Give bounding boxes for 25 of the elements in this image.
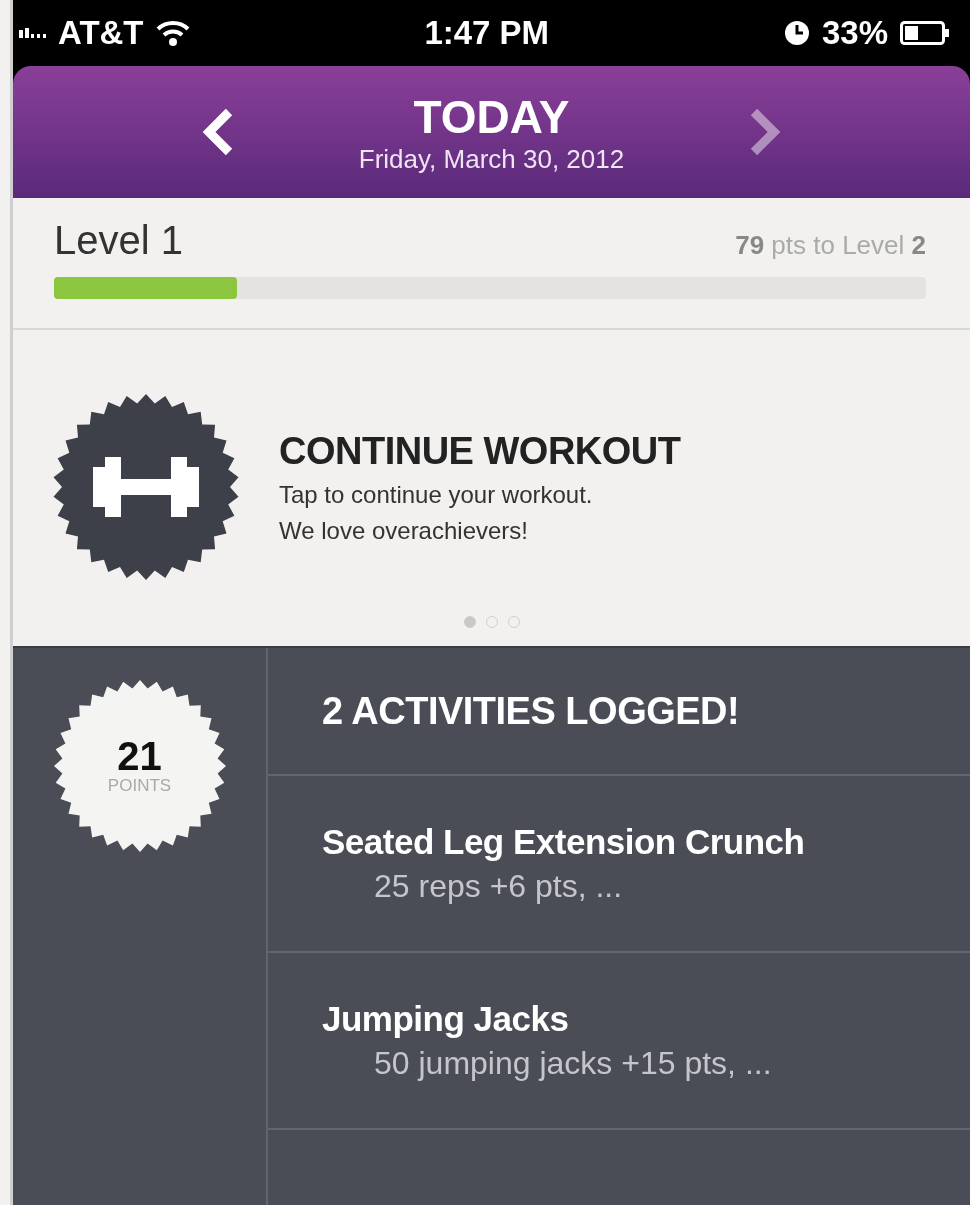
carrier-name: AT&T bbox=[58, 14, 144, 52]
activity-detail: 25 reps +6 pts, ... bbox=[373, 868, 624, 905]
activity-detail: 50 jumping jacks +15 pts, ... bbox=[373, 1045, 773, 1082]
points-label: POINTS bbox=[107, 776, 172, 796]
level-label: Level 1 bbox=[54, 218, 183, 263]
signal-icon bbox=[19, 28, 46, 38]
card-text-line: Tap to continue your workout. bbox=[279, 480, 594, 509]
wifi-icon bbox=[155, 19, 190, 47]
card-title: CONTINUE WORKOUT bbox=[279, 429, 681, 473]
points-value: 21 bbox=[117, 736, 162, 776]
page-dot[interactable] bbox=[463, 616, 476, 628]
activity-name: Seated Leg Extension Crunch bbox=[322, 822, 806, 862]
activity-row[interactable]: Seated Leg Extension Crunch 25 reps +6 pts, ... bbox=[268, 776, 970, 953]
card-text-line: We love overachievers! bbox=[279, 516, 529, 545]
battery-percent: 33% bbox=[821, 14, 888, 52]
points-to-next-level: 79 pts to Level 2 bbox=[735, 230, 926, 261]
day-title: TODAY bbox=[413, 89, 570, 144]
activity-name: Jumping Jacks bbox=[322, 999, 570, 1039]
date-label: Friday, March 30, 2012 bbox=[358, 143, 625, 175]
activity-row[interactable]: Jumping Jacks 50 jumping jacks +15 pts, ... bbox=[268, 953, 970, 1130]
battery-icon bbox=[900, 21, 950, 45]
dumbbell-badge-icon bbox=[53, 394, 239, 580]
clock-icon bbox=[783, 20, 810, 46]
activities-heading: 2 ACTIVITIES LOGGED! bbox=[322, 689, 741, 733]
clock-time: 1:47 PM bbox=[424, 14, 550, 52]
